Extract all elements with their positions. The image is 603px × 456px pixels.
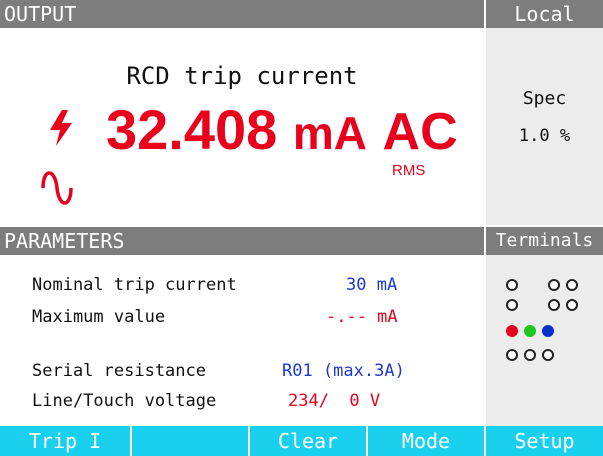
terminal-indicator-off (506, 349, 518, 361)
terminal-indicator-off (566, 279, 578, 291)
output-mode: AC (382, 103, 458, 161)
output-value-line: 32.408 mA AC (106, 98, 458, 165)
param-label-line-touch-voltage: Line/Touch voltage (32, 391, 217, 411)
param-label-nominal-trip-current: Nominal trip current (32, 275, 237, 295)
parameters-panel: Nominal trip current 30 mA Maximum value… (0, 255, 484, 426)
param-value-maximum-value: -.-- mA (326, 307, 398, 327)
rms-label: RMS (392, 162, 426, 179)
output-panel: RCD trip current 32.408 mA AC RMS (0, 28, 484, 225)
softkey-mode[interactable]: Mode (368, 426, 484, 456)
softkey-setup[interactable]: Setup (486, 426, 603, 456)
terminal-indicator-off (542, 349, 554, 361)
terminal-indicator-red (506, 325, 518, 337)
param-value-line-touch-voltage: 234/ 0 V (288, 391, 381, 411)
output-unit: mA (292, 107, 367, 159)
terminal-indicator-off (548, 299, 560, 311)
spec-value: 1.0 % (518, 126, 571, 146)
terminal-indicator-off (506, 299, 518, 311)
output-header: OUTPUT (0, 0, 484, 28)
softkey-clear[interactable]: Clear (250, 426, 366, 456)
terminal-indicator-blue (542, 325, 554, 337)
parameters-header: PARAMETERS (0, 227, 484, 255)
param-label-maximum-value: Maximum value (32, 307, 166, 327)
terminal-indicator-green (524, 325, 536, 337)
param-label-serial-resistance: Serial resistance (32, 361, 206, 381)
terminals-header: Terminals (486, 227, 603, 255)
local-header: Local (486, 0, 603, 28)
terminal-indicator-off (524, 349, 536, 361)
terminal-indicator-off (548, 279, 560, 291)
param-value-nominal-trip-current[interactable]: 30 mA (346, 275, 397, 295)
softkey-blank[interactable] (132, 426, 248, 456)
terminals-panel (486, 255, 603, 426)
terminal-indicator-off (566, 299, 578, 311)
param-value-serial-resistance[interactable]: R01 (max.3A) (282, 361, 405, 381)
calibrator-screen: OUTPUT Local RCD trip current 32.408 mA … (0, 0, 603, 456)
function-title: RCD trip current (126, 62, 358, 90)
softkey-bar: Trip I Clear Mode Setup (0, 426, 603, 456)
local-panel: Spec 1.0 % (486, 28, 603, 225)
terminal-indicator-off (506, 279, 518, 291)
output-value: 32.408 (106, 98, 278, 161)
spec-label: Spec (522, 88, 567, 109)
softkey-trip-i[interactable]: Trip I (0, 426, 130, 456)
sine-wave-icon (41, 171, 73, 205)
lightning-icon (50, 110, 72, 146)
